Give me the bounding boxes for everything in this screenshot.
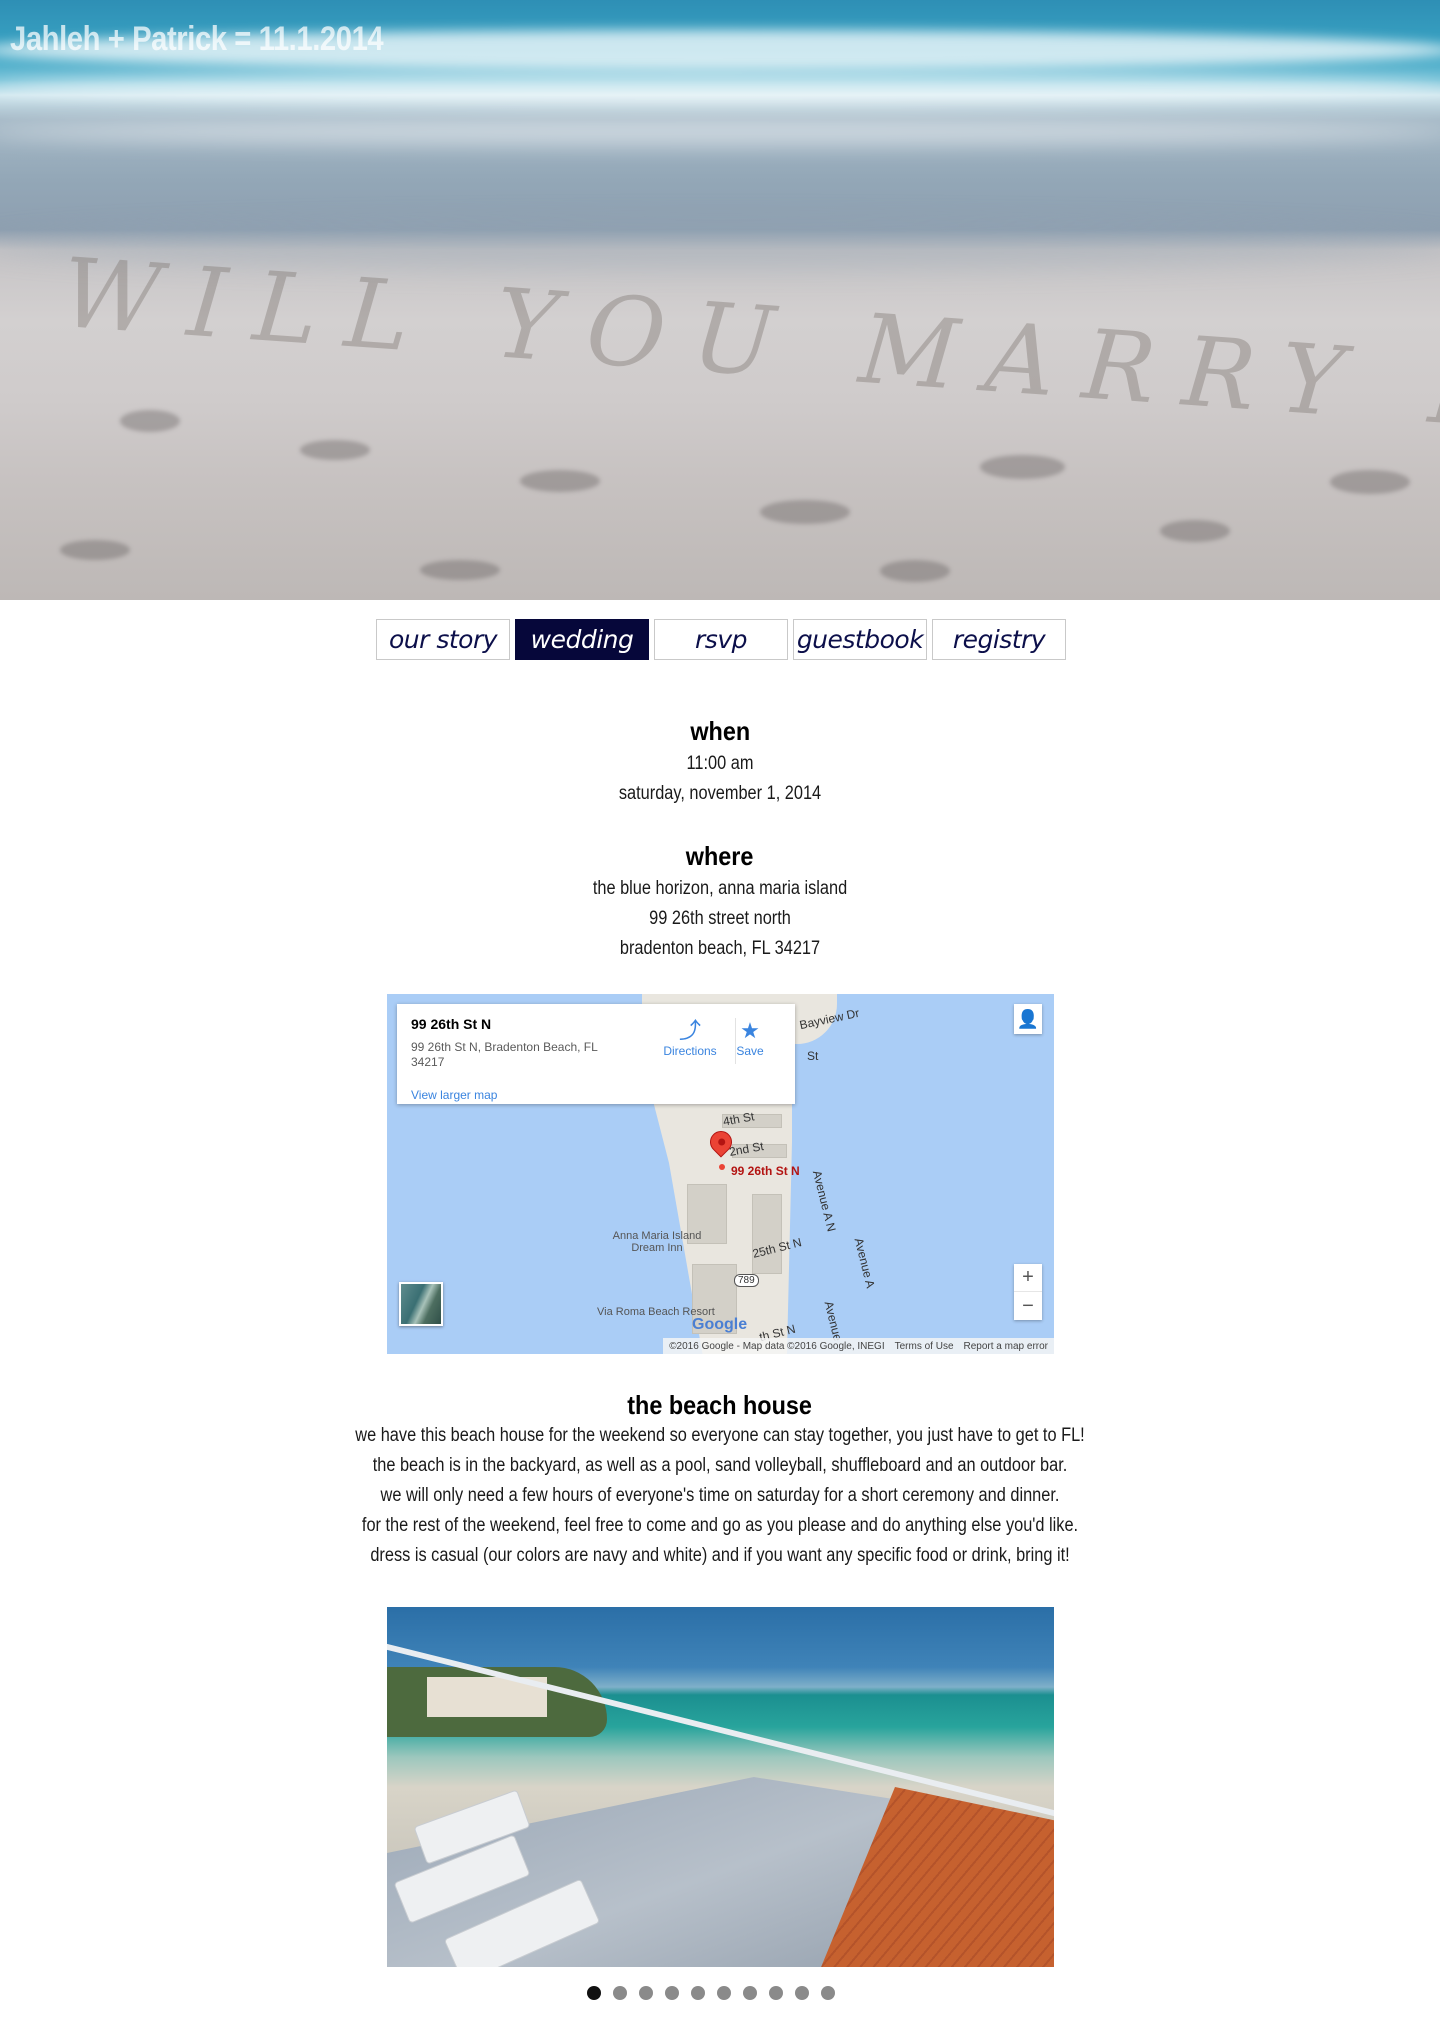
embedded-map[interactable]: Bayview Dr St 4th St 2nd St 25th St N Av… (387, 994, 1054, 1354)
footprint (120, 410, 180, 432)
carousel-dot[interactable] (820, 1986, 835, 2000)
map-footer: ©2016 Google - Map data ©2016 Google, IN… (663, 1338, 1054, 1354)
footprint (300, 440, 370, 460)
when-date: saturday, november 1, 2014 (618, 783, 822, 804)
footprint (760, 500, 850, 524)
carousel-dot[interactable] (638, 1986, 653, 2000)
when-time: 11:00 am (686, 753, 754, 774)
zoom-in-button[interactable]: + (1014, 1264, 1042, 1292)
tab-registry[interactable]: registry (932, 619, 1066, 660)
street-view-pegman-icon[interactable]: 👤 (1014, 1004, 1042, 1034)
street-label: Avenue A (851, 1236, 878, 1290)
carousel-dot[interactable] (612, 1986, 627, 2000)
street-label: Avenue (821, 1299, 845, 1343)
tab-rsvp[interactable]: rsvp (654, 619, 788, 660)
street-label: St (807, 1049, 819, 1063)
zoom-controls: + − (1014, 1264, 1042, 1320)
save-label: Save (736, 1044, 764, 1058)
carousel-dot[interactable] (768, 1986, 783, 2000)
star-icon: ★ (740, 1018, 760, 1043)
view-larger-map-link[interactable]: View larger map (411, 1088, 497, 1102)
footprint (980, 455, 1065, 479)
satellite-toggle[interactable] (399, 1282, 443, 1326)
map-info-card: 99 26th St N 99 26th St N, Bradenton Bea… (397, 1004, 795, 1104)
where-street: 99 26th street north (649, 908, 791, 929)
save-button[interactable]: ★ Save (715, 1018, 785, 1058)
carousel-dots (0, 1986, 1440, 2000)
beach-house-line: for the rest of the weekend, feel free t… (361, 1515, 1079, 1536)
pin-dot (719, 1164, 725, 1170)
terms-link[interactable]: Terms of Use (895, 1341, 954, 1352)
directions-label: Directions (663, 1044, 717, 1058)
beach-house-line: we have this beach house for the weekend… (355, 1425, 1085, 1446)
route-shield: 789 (734, 1274, 759, 1287)
beach-house-line: dress is casual (our colors are navy and… (370, 1545, 1070, 1566)
hero-banner: WILL YOU MARRY ME Jahleh + Patrick = 11.… (0, 0, 1440, 600)
wave-foam (0, 118, 1440, 146)
beach-house-photo (387, 1607, 1054, 1967)
when-heading: when (690, 716, 750, 746)
map-block (752, 1194, 782, 1274)
tab-our-story[interactable]: our story (376, 619, 510, 660)
tab-wedding[interactable]: wedding (515, 619, 649, 660)
where-venue: the blue horizon, anna maria island (592, 878, 848, 899)
street-label: Avenue A N (809, 1168, 839, 1234)
carousel-dot[interactable] (690, 1986, 705, 2000)
card-address: 99 26th St N, Bradenton Beach, FL 34217 (411, 1040, 598, 1069)
google-logo: Google (692, 1316, 748, 1333)
carousel-dot[interactable] (586, 1986, 601, 2000)
site-title: Jahleh + Patrick = 11.1.2014 (10, 20, 384, 58)
where-section: where the blue horizon, anna maria islan… (0, 841, 1440, 964)
carousel-dot[interactable] (794, 1986, 809, 2000)
footprint (520, 470, 600, 492)
beach-house-section: the beach house we have this beach house… (0, 1390, 1440, 1571)
report-error-link[interactable]: Report a map error (964, 1341, 1048, 1352)
wave-foam (0, 70, 1440, 104)
zoom-out-button[interactable]: − (1014, 1292, 1042, 1320)
carousel-dot[interactable] (664, 1986, 679, 2000)
beach-house-line: the beach is in the backyard, as well as… (372, 1455, 1068, 1476)
carousel-dots-inner (586, 1986, 835, 2000)
map-copyright: ©2016 Google - Map data ©2016 Google, IN… (669, 1340, 885, 1352)
carousel-dot[interactable] (716, 1986, 731, 2000)
when-section: when 11:00 am saturday, november 1, 2014 (0, 716, 1440, 809)
tab-guestbook[interactable]: guestbook (793, 619, 927, 660)
beach-house-heading: the beach house (627, 1390, 813, 1420)
beach-house-line: we will only need a few hours of everyon… (380, 1485, 1060, 1506)
footprint (420, 560, 500, 580)
where-city: bradenton beach, FL 34217 (619, 938, 821, 959)
carousel-dot[interactable] (742, 1986, 757, 2000)
main-nav: our story wedding rsvp guestbook registr… (376, 619, 1066, 660)
footprint (1160, 520, 1230, 542)
pin-label: 99 26th St N (731, 1164, 800, 1178)
footprint (880, 560, 950, 582)
where-heading: where (686, 841, 754, 871)
poi-label: Anna Maria Island Dream Inn (612, 1230, 702, 1254)
footprint (60, 540, 130, 560)
footprint (1330, 470, 1410, 494)
